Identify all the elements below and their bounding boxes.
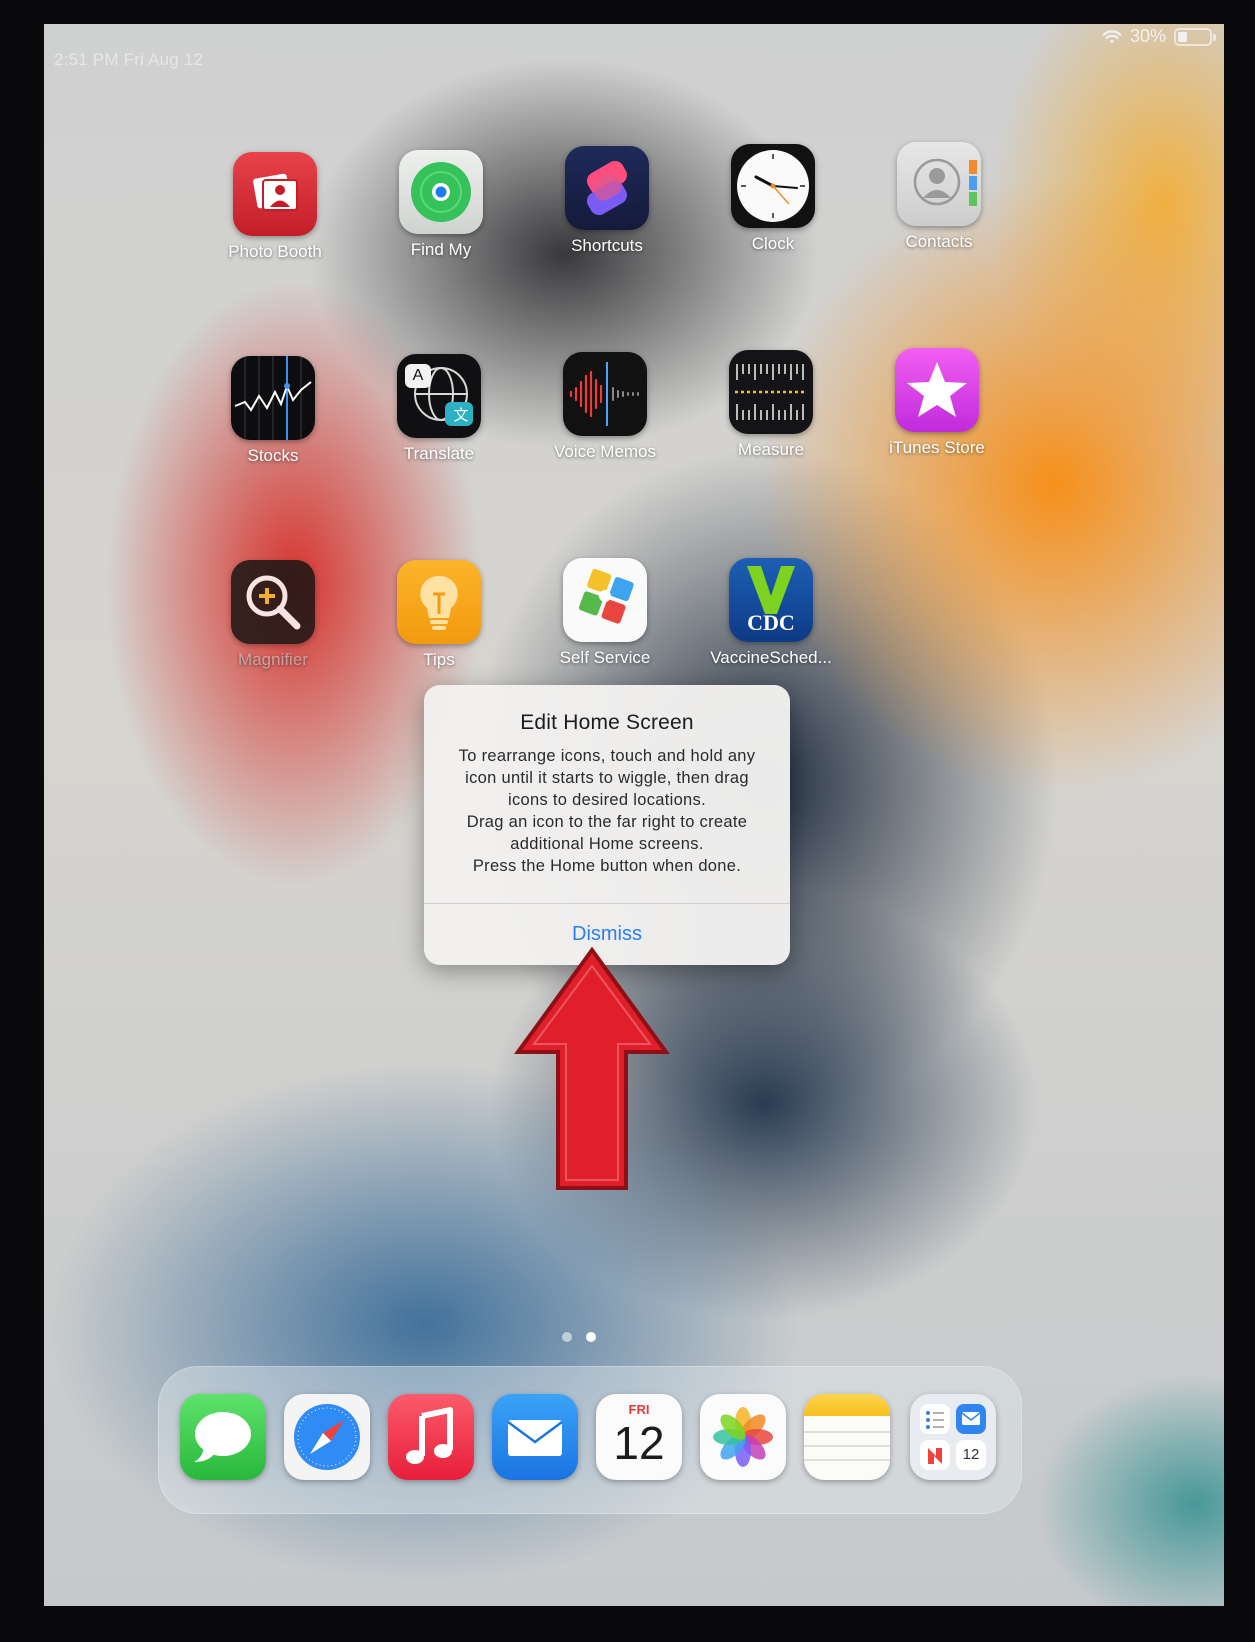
- messages-icon[interactable]: [180, 1394, 266, 1480]
- red-arrow-annotation: [514, 946, 670, 1190]
- app-label: Magnifier: [238, 650, 308, 669]
- translate-icon: 文 A: [397, 354, 481, 438]
- app-clock[interactable]: Clock: [698, 144, 848, 254]
- alert-line: icon until it starts to wiggle, then dra…: [465, 769, 749, 787]
- page-dot[interactable]: [562, 1332, 572, 1342]
- status-time-date: 2:51 PM Fri Aug 12: [54, 50, 204, 69]
- cdc-vaccine-icon: CDC: [729, 558, 813, 642]
- music-icon[interactable]: [388, 1394, 474, 1480]
- notes-icon[interactable]: [804, 1394, 890, 1480]
- dock: FRI 12 12: [158, 1366, 1022, 1514]
- app-label: Translate: [403, 444, 475, 463]
- app-stocks[interactable]: Stocks: [198, 356, 348, 466]
- app-translate[interactable]: 文 A Translate: [364, 354, 514, 464]
- app-label: Voice Memos: [553, 442, 657, 461]
- clock-icon: [731, 144, 815, 228]
- app-label: iTunes Store: [889, 438, 985, 457]
- app-measure[interactable]: Measure: [696, 350, 846, 460]
- app-photo-booth[interactable]: Photo Booth: [200, 152, 350, 262]
- page-dot-current[interactable]: [586, 1332, 596, 1342]
- measure-icon: [729, 350, 813, 434]
- alert-title: Edit Home Screen: [520, 711, 694, 734]
- app-shortcuts[interactable]: Shortcuts: [532, 146, 682, 256]
- alert-line: Press the Home button when done.: [472, 857, 742, 875]
- mail-icon[interactable]: [492, 1394, 578, 1480]
- home-screen: 2:51 PM Fri Aug 12 30% Photo Booth Find …: [44, 24, 1224, 1606]
- app-label: Measure: [737, 440, 805, 459]
- alert-line: icons to desired locations.: [508, 791, 706, 809]
- stocks-icon: [231, 356, 315, 440]
- alert-line: To rearrange icons, touch and hold any: [458, 747, 756, 765]
- app-self-service[interactable]: Self Service: [530, 558, 680, 668]
- app-magnifier[interactable]: Magnifier: [198, 560, 348, 670]
- cdc-text: CDC: [747, 610, 795, 635]
- tips-icon: [397, 560, 481, 644]
- mini-calendar-date: 12: [962, 1446, 980, 1463]
- wifi-icon: [1102, 29, 1122, 43]
- alert-message: To rearrange icons, touch and hold any i…: [440, 745, 774, 877]
- photos-icon[interactable]: [700, 1394, 786, 1480]
- edit-home-screen-alert: Edit Home Screen To rearrange icons, tou…: [424, 685, 790, 965]
- battery-percent: 30%: [1129, 26, 1166, 46]
- app-contacts[interactable]: Contacts: [864, 142, 1014, 252]
- app-itunes-store[interactable]: iTunes Store: [862, 348, 1012, 458]
- app-voice-memos[interactable]: Voice Memos: [530, 352, 680, 462]
- calendar-date: 12: [613, 1417, 665, 1469]
- voice-memos-icon: [563, 352, 647, 436]
- app-library-icon[interactable]: 12: [910, 1394, 996, 1480]
- app-label: Self Service: [559, 648, 651, 667]
- app-label: Photo Booth: [228, 242, 322, 261]
- alert-line: additional Home screens.: [510, 835, 704, 853]
- device-frame: 2:51 PM Fri Aug 12 30% Photo Booth Find …: [0, 0, 1255, 1642]
- battery-icon: [1174, 27, 1216, 46]
- app-vaccine-scheduler[interactable]: CDC VaccineSched...: [696, 558, 846, 668]
- app-label: Shortcuts: [571, 236, 643, 255]
- photo-booth-icon: [233, 152, 317, 236]
- app-label: Find My: [410, 240, 472, 259]
- self-service-icon: [563, 558, 647, 642]
- page-indicator[interactable]: [562, 1332, 596, 1342]
- calendar-day: FRI: [628, 1402, 650, 1417]
- app-label: Contacts: [905, 232, 973, 251]
- shortcuts-icon: [565, 146, 649, 230]
- app-label: Stocks: [247, 446, 299, 465]
- alert-line: Drag an icon to the far right to create: [466, 813, 748, 831]
- safari-icon[interactable]: [284, 1394, 370, 1480]
- app-find-my[interactable]: Find My: [366, 150, 516, 260]
- find-my-icon: [399, 150, 483, 234]
- app-label: VaccineSched...: [710, 648, 832, 667]
- app-label: Clock: [751, 234, 795, 253]
- magnifier-icon: [231, 560, 315, 644]
- svg-text:文: 文: [453, 406, 468, 424]
- app-tips[interactable]: Tips: [364, 560, 514, 670]
- itunes-store-icon: [895, 348, 979, 432]
- app-label: Tips: [423, 650, 455, 669]
- translate-letter: A: [412, 367, 424, 384]
- status-right: 30%: [1102, 26, 1216, 47]
- calendar-icon[interactable]: FRI 12: [596, 1394, 682, 1480]
- contacts-icon: [897, 142, 981, 226]
